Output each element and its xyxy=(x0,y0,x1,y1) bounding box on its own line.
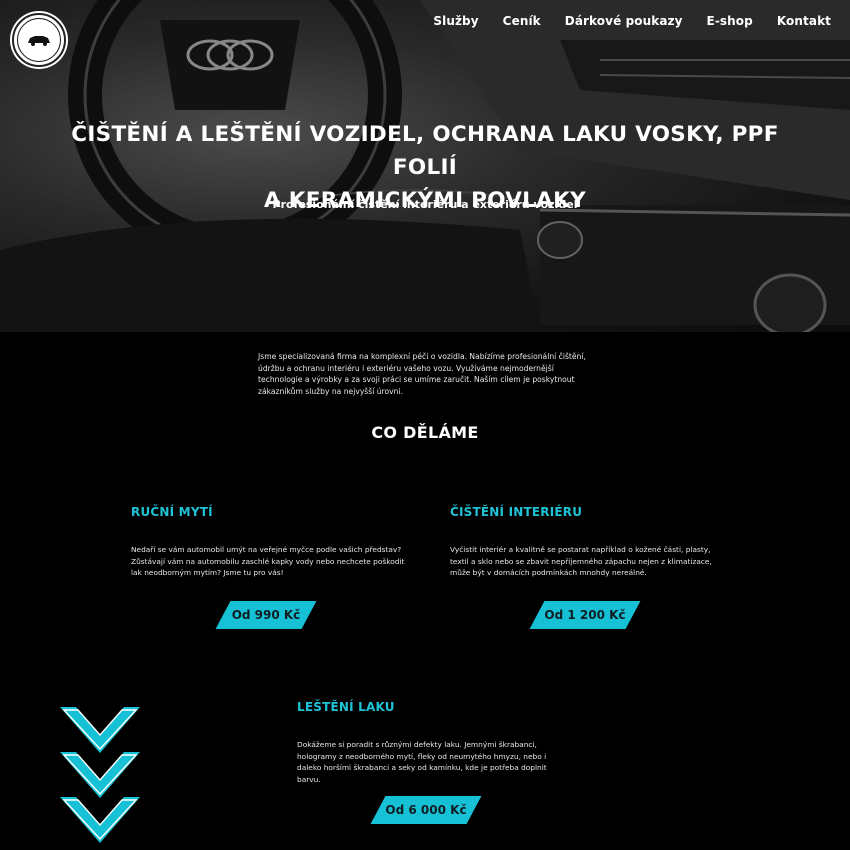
chevron-down-icon xyxy=(60,752,140,798)
price-label: Od 990 Kč xyxy=(231,608,301,622)
hero-title-line1: ČIŠTĚNÍ A LEŠTĚNÍ VOZIDEL, OCHRANA LAKU … xyxy=(71,122,779,180)
chevron-down-stack-icon xyxy=(60,707,140,843)
service-text-cisteni-interieru: Vyčistit interiér a kvalitně se postarat… xyxy=(450,545,712,577)
price-label: Od 1 200 Kč xyxy=(544,608,626,622)
car-badge-logo[interactable] xyxy=(12,13,66,67)
nav-item-cenik[interactable]: Ceník xyxy=(503,14,541,28)
service-text-rucni-myti: Nedaří se vám automobil umýt na veřejné … xyxy=(131,545,405,577)
service-title-lesteni-laku: LEŠTĚNÍ LAKU xyxy=(297,700,395,714)
intro-text: Jsme specializovaná firma na komplexní p… xyxy=(258,352,586,396)
nav-item-eshop[interactable]: E-shop xyxy=(707,14,753,28)
nav-item-sluzby[interactable]: Služby xyxy=(433,14,478,28)
service-title-rucni-myti: RUČNÍ MYTÍ xyxy=(131,505,213,519)
section-title: CO DĚLÁME xyxy=(371,423,479,442)
chevron-down-icon xyxy=(60,707,140,753)
service-text-lesteni-laku: Dokážeme si poradit s různými defekty la… xyxy=(297,740,547,784)
price-label: Od 6 000 Kč xyxy=(385,803,467,817)
main-nav: Služby Ceník Dárkové poukazy E-shop Kont… xyxy=(433,14,831,28)
price-button-cisteni-interieru[interactable]: Od 1 200 Kč xyxy=(529,601,641,629)
price-button-rucni-myti[interactable]: Od 990 Kč xyxy=(215,601,317,629)
service-title-cisteni-interieru: ČIŠTĚNÍ INTERIÉRU xyxy=(450,505,583,519)
nav-item-kontakt[interactable]: Kontakt xyxy=(777,14,831,28)
logo-ring xyxy=(17,18,61,62)
hero-subtitle: Profesionální čištění interiéru a exteri… xyxy=(272,198,578,211)
car-icon xyxy=(28,36,50,46)
hero-banner: Služby Ceník Dárkové poukazy E-shop Kont… xyxy=(0,0,850,332)
nav-item-darkove-poukazy[interactable]: Dárkové poukazy xyxy=(565,14,683,28)
chevron-down-icon xyxy=(60,797,140,843)
price-button-lesteni-laku[interactable]: Od 6 000 Kč xyxy=(370,796,482,824)
